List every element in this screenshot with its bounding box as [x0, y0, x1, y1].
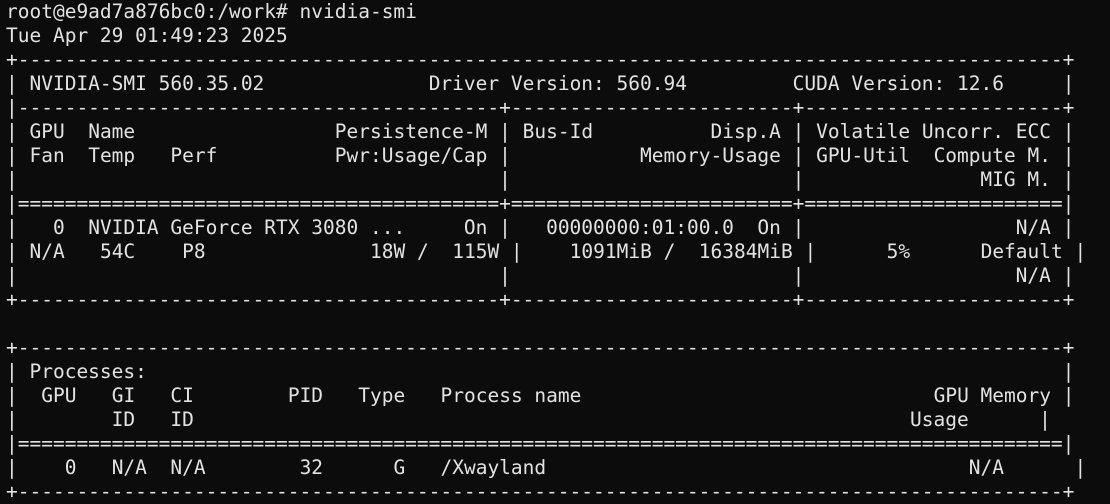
gpu-row-2: | N/A 54C P8 18W / 115W | 1091MiB / 1638…	[6, 240, 1087, 263]
process-name: /Xwayland	[440, 456, 547, 479]
shell-prompt: root@e9ad7a876bc0:/work#	[6, 0, 288, 23]
cuda-label: CUDA Version:	[792, 72, 946, 95]
header-disp: Disp.A	[710, 120, 781, 143]
timestamp-line: Tue Apr 29 01:49:23 2025	[6, 24, 1104, 48]
process-mem: N/A	[968, 456, 1005, 479]
gpu-temp: 54C	[99, 240, 136, 263]
gpu-ecc: N/A	[1015, 216, 1051, 239]
terminal-window[interactable]: root@e9ad7a876bc0:/work# nvidia-smi Tue …	[0, 0, 1110, 503]
header-bus-id: Bus-Id	[522, 120, 594, 143]
header-double-separator: |=======================================…	[6, 192, 1075, 215]
process-border-bottom: +---------------------------------------…	[6, 480, 1075, 503]
header-perf: Perf	[170, 144, 218, 167]
header-pwr: Pwr:Usage/Cap	[334, 144, 488, 167]
smi-version: 560.35.02	[158, 72, 265, 95]
gpu-perf: P8	[182, 240, 206, 263]
header-gpu: GPU	[29, 120, 65, 143]
border-top: +---------------------------------------…	[6, 48, 1075, 71]
process-header-pid: PID	[287, 384, 324, 407]
gpu-disp: On	[757, 216, 781, 239]
gpu-mem-total: 16384MiB	[698, 240, 793, 263]
header-persistence: Persistence-M	[334, 120, 488, 143]
header-separator: |---------------------------------------…	[6, 96, 1075, 119]
driver-label: Driver Version:	[428, 72, 605, 95]
process-header-mem: GPU Memory	[933, 384, 1051, 407]
timestamp: Tue Apr 29 01:49:23 2025	[6, 24, 288, 47]
header-mig: MIG M.	[980, 168, 1051, 191]
header-compute: Compute M.	[933, 144, 1051, 167]
gpu-row-1: | 0 NVIDIA GeForce RTX 3080 ... On | 000…	[6, 216, 1075, 239]
gpu-table-bottom: +---------------------------------------…	[6, 288, 1075, 311]
header-gpu-util: GPU-Util	[816, 144, 911, 167]
process-row: | 0 N/A N/A 32 G /Xwayland N/A |	[6, 456, 1087, 479]
gpu-compute-mode: Default	[980, 240, 1063, 263]
process-header-gi-id: ID	[111, 408, 136, 431]
header-row-1: | GPU Name Persistence-M | Bus-Id Disp.A…	[6, 120, 1075, 143]
process-header-gi: GI	[111, 384, 136, 407]
smi-label: NVIDIA-SMI	[29, 72, 147, 95]
process-gi: N/A	[111, 456, 147, 479]
process-border-top: +---------------------------------------…	[6, 336, 1075, 359]
command-text: nvidia-smi	[299, 0, 417, 23]
gpu-persistence: On	[463, 216, 488, 239]
process-header-gpu: GPU	[41, 384, 77, 407]
gpu-pwr-usage: 18W	[370, 240, 406, 263]
process-gpu: 0	[64, 456, 77, 479]
gpu-util: 5%	[886, 240, 911, 263]
summary-line: | NVIDIA-SMI 560.35.02 Driver Version: 5…	[6, 72, 1075, 95]
gpu-mem-used: 1091MiB	[569, 240, 652, 263]
gpu-index: 0	[52, 216, 65, 239]
process-header-separator: |=======================================…	[6, 432, 1075, 455]
process-header-ci-id: ID	[170, 408, 194, 431]
header-fan: Fan	[29, 144, 65, 167]
gpu-mig-mode: N/A	[1015, 264, 1051, 287]
header-temp: Temp	[88, 144, 136, 167]
processes-title-line: | Processes: |	[6, 360, 1075, 383]
header-row-3: | | | MIG M. |	[6, 168, 1075, 191]
process-header-type: Type	[358, 384, 406, 407]
gpu-row-3: | | | N/A |	[6, 264, 1075, 287]
gpu-bus-id: 00000000:01:00.0	[546, 216, 734, 239]
header-memory: Memory-Usage	[640, 144, 781, 167]
process-type: G	[393, 456, 406, 479]
process-header-2: | ID ID Usage |	[6, 408, 1051, 431]
process-header-ci: CI	[170, 384, 194, 407]
process-header-name: Process name	[440, 384, 582, 407]
gpu-fan: N/A	[29, 240, 65, 263]
process-pid: 32	[299, 456, 324, 479]
gpu-name: NVIDIA GeForce RTX 3080 ...	[88, 216, 406, 239]
header-volatile-ecc: Volatile Uncorr. ECC	[816, 120, 1051, 143]
driver-version: 560.94	[616, 72, 687, 95]
processes-title: Processes:	[29, 360, 147, 383]
cuda-version: 12.6	[957, 72, 1005, 95]
header-name: Name	[88, 120, 136, 143]
process-header-mem-usage: Usage	[910, 408, 969, 431]
command-line: root@e9ad7a876bc0:/work# nvidia-smi	[6, 0, 1104, 24]
gpu-pwr-cap: 115W	[452, 240, 500, 263]
process-header-1: | GPU GI CI PID Type Process name GPU Me…	[6, 384, 1075, 407]
process-ci: N/A	[170, 456, 206, 479]
header-row-2: | Fan Temp Perf Pwr:Usage/Cap | Memory-U…	[6, 144, 1075, 167]
